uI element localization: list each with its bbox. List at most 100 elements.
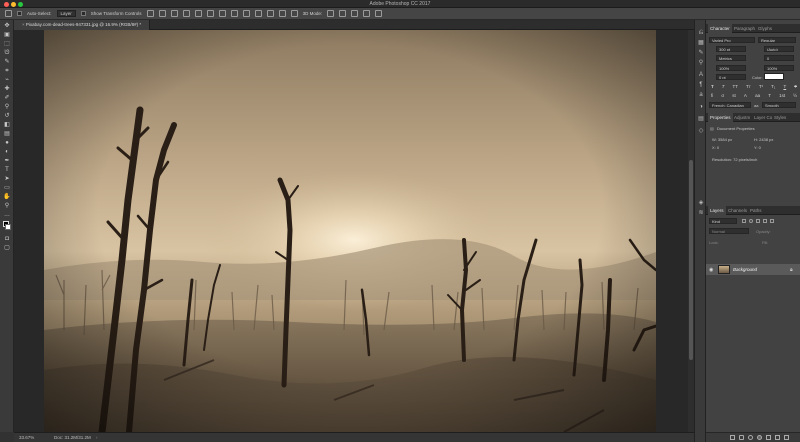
auto-select-dropdown[interactable]: Layer (56, 10, 76, 17)
path-select-icon[interactable]: ➤ (3, 175, 11, 183)
brush-icon[interactable]: ✐ (3, 94, 11, 102)
pen-icon[interactable]: ✒ (3, 157, 11, 165)
paragraph-icon[interactable]: ¶ (697, 82, 705, 89)
align-bottom-icon[interactable] (170, 10, 178, 17)
tab-adjustments[interactable]: Adjustm (732, 113, 752, 122)
artboard-icon[interactable]: ▣ (3, 31, 11, 39)
distribute-right-icon[interactable] (278, 10, 286, 17)
all-caps-button[interactable]: TT (733, 84, 739, 90)
document-tab[interactable]: × Pixabay.com-dead-trees-947331.jpg @ 16… (14, 20, 151, 30)
discretionary-ligatures-button[interactable]: st (732, 93, 736, 99)
move-tool-preset-icon[interactable] (5, 10, 12, 17)
more-tools-icon[interactable]: … (3, 211, 11, 219)
auto-select-checkbox[interactable] (17, 11, 22, 16)
titling-alternates-button[interactable]: T (768, 93, 771, 99)
vertical-scale-field[interactable]: 100% (716, 65, 746, 71)
character-icon[interactable]: A (697, 72, 705, 79)
filter-shape-icon[interactable] (763, 219, 767, 223)
subscript-button[interactable]: T₁ (771, 84, 775, 90)
blend-mode-select[interactable]: Normal (709, 228, 749, 234)
new-group-icon[interactable] (766, 435, 771, 440)
layers-icon[interactable]: ◈ (697, 200, 705, 207)
contextual-alternates-button[interactable]: σ (721, 93, 724, 99)
tab-channels[interactable]: Channels (726, 206, 749, 215)
properties-icon[interactable]: ▦ (697, 40, 705, 47)
anti-alias-select[interactable]: Smooth (762, 102, 796, 108)
font-family-select[interactable]: Varied Pro (709, 37, 755, 43)
filter-pixel-icon[interactable] (742, 219, 746, 223)
kerning-field[interactable]: Metrics (716, 55, 746, 61)
move-icon[interactable]: ✥ (3, 22, 11, 30)
layer-row-background[interactable]: ◉ Background 🔒︎ (706, 264, 800, 275)
3d-scale-icon[interactable] (375, 10, 383, 17)
screen-mode-icon[interactable]: ▢ (3, 244, 11, 252)
align-hcenter-icon[interactable] (194, 10, 202, 17)
stylistic-alternates-button[interactable]: aa (755, 93, 760, 99)
status-menu-arrow-icon[interactable]: › (96, 433, 98, 442)
auto-align-icon[interactable] (290, 10, 298, 17)
canvas-area[interactable] (14, 30, 688, 432)
3d-rotate-icon[interactable] (327, 10, 335, 17)
history-brush-icon[interactable]: ↺ (3, 112, 11, 120)
scrollbar-thumb[interactable] (689, 160, 693, 360)
distribute-top-icon[interactable] (218, 10, 226, 17)
brushes-icon[interactable]: ✎ (697, 50, 705, 57)
clone-source-icon[interactable]: ⚲ (697, 60, 705, 67)
libraries-icon[interactable]: ▤ (697, 116, 705, 123)
hand-icon[interactable]: ✋ (3, 193, 11, 201)
3d-slide-icon[interactable] (363, 10, 371, 17)
strikethrough-button[interactable]: T (794, 84, 797, 90)
filter-smart-icon[interactable] (770, 219, 774, 223)
tracking-field[interactable]: 0 (764, 55, 794, 61)
faux-italic-button[interactable]: T (722, 84, 725, 90)
tab-properties[interactable]: Properties (708, 113, 733, 122)
underline-button[interactable]: T (783, 84, 786, 90)
distribute-hcenter-icon[interactable] (266, 10, 274, 17)
healing-brush-icon[interactable]: ✚ (3, 85, 11, 93)
visibility-eye-icon[interactable]: ◉ (709, 267, 713, 273)
type-icon[interactable]: T (3, 166, 11, 174)
blur-icon[interactable]: ● (3, 139, 11, 147)
history-icon[interactable]: ⎌ (697, 30, 705, 37)
faux-bold-button[interactable]: T (711, 84, 714, 90)
distribute-vcenter-icon[interactable] (230, 10, 238, 17)
document-image[interactable] (44, 30, 656, 432)
font-style-select[interactable]: Regular (758, 37, 796, 43)
glyphs-icon[interactable]: a (697, 92, 705, 99)
text-color-swatch[interactable] (764, 73, 784, 80)
fractions-button[interactable]: ½ (793, 93, 797, 99)
align-top-icon[interactable] (146, 10, 154, 17)
eraser-icon[interactable]: ◧ (3, 121, 11, 129)
add-mask-icon[interactable] (748, 435, 753, 440)
lasso-icon[interactable]: ᘎ (3, 49, 11, 57)
align-right-icon[interactable] (206, 10, 214, 17)
clone-stamp-icon[interactable]: ⚲ (3, 103, 11, 111)
show-transform-checkbox[interactable] (80, 11, 86, 16)
layer-name[interactable]: Background (733, 267, 757, 272)
3d-roll-icon[interactable] (339, 10, 347, 17)
channels-icon[interactable]: ≋ (697, 210, 705, 217)
ordinals-button[interactable]: 1st (779, 93, 785, 99)
leading-field[interactable]: (Auto) (764, 46, 794, 52)
zoom-level[interactable]: 33.67% (19, 433, 34, 442)
marquee-icon[interactable]: ⬚ (3, 40, 11, 48)
tab-styles[interactable]: Styles (772, 113, 788, 122)
gradient-icon[interactable]: ▤ (3, 130, 11, 138)
distribute-left-icon[interactable] (254, 10, 262, 17)
tab-character[interactable]: Character (708, 24, 732, 33)
zoom-icon[interactable]: ⚲ (3, 202, 11, 210)
tab-layer-comps[interactable]: Layer Co (752, 113, 774, 122)
delete-layer-icon[interactable] (784, 435, 789, 440)
distribute-bottom-icon[interactable] (242, 10, 250, 17)
adjustments-icon[interactable]: ◑ (697, 104, 705, 111)
layer-style-icon[interactable] (739, 435, 744, 440)
filter-type-icon[interactable] (756, 219, 760, 223)
superscript-button[interactable]: T¹ (759, 84, 763, 90)
tab-glyphs[interactable]: Glyphs (756, 24, 774, 33)
rectangle-icon[interactable]: ▭ (3, 184, 11, 192)
crop-icon[interactable]: ⌗ (3, 67, 11, 75)
layer-filter-select[interactable]: Kind (709, 218, 737, 224)
3d-icon[interactable]: ◇ (697, 128, 705, 135)
ligatures-button[interactable]: fi (711, 93, 713, 99)
link-layers-icon[interactable] (730, 435, 735, 440)
